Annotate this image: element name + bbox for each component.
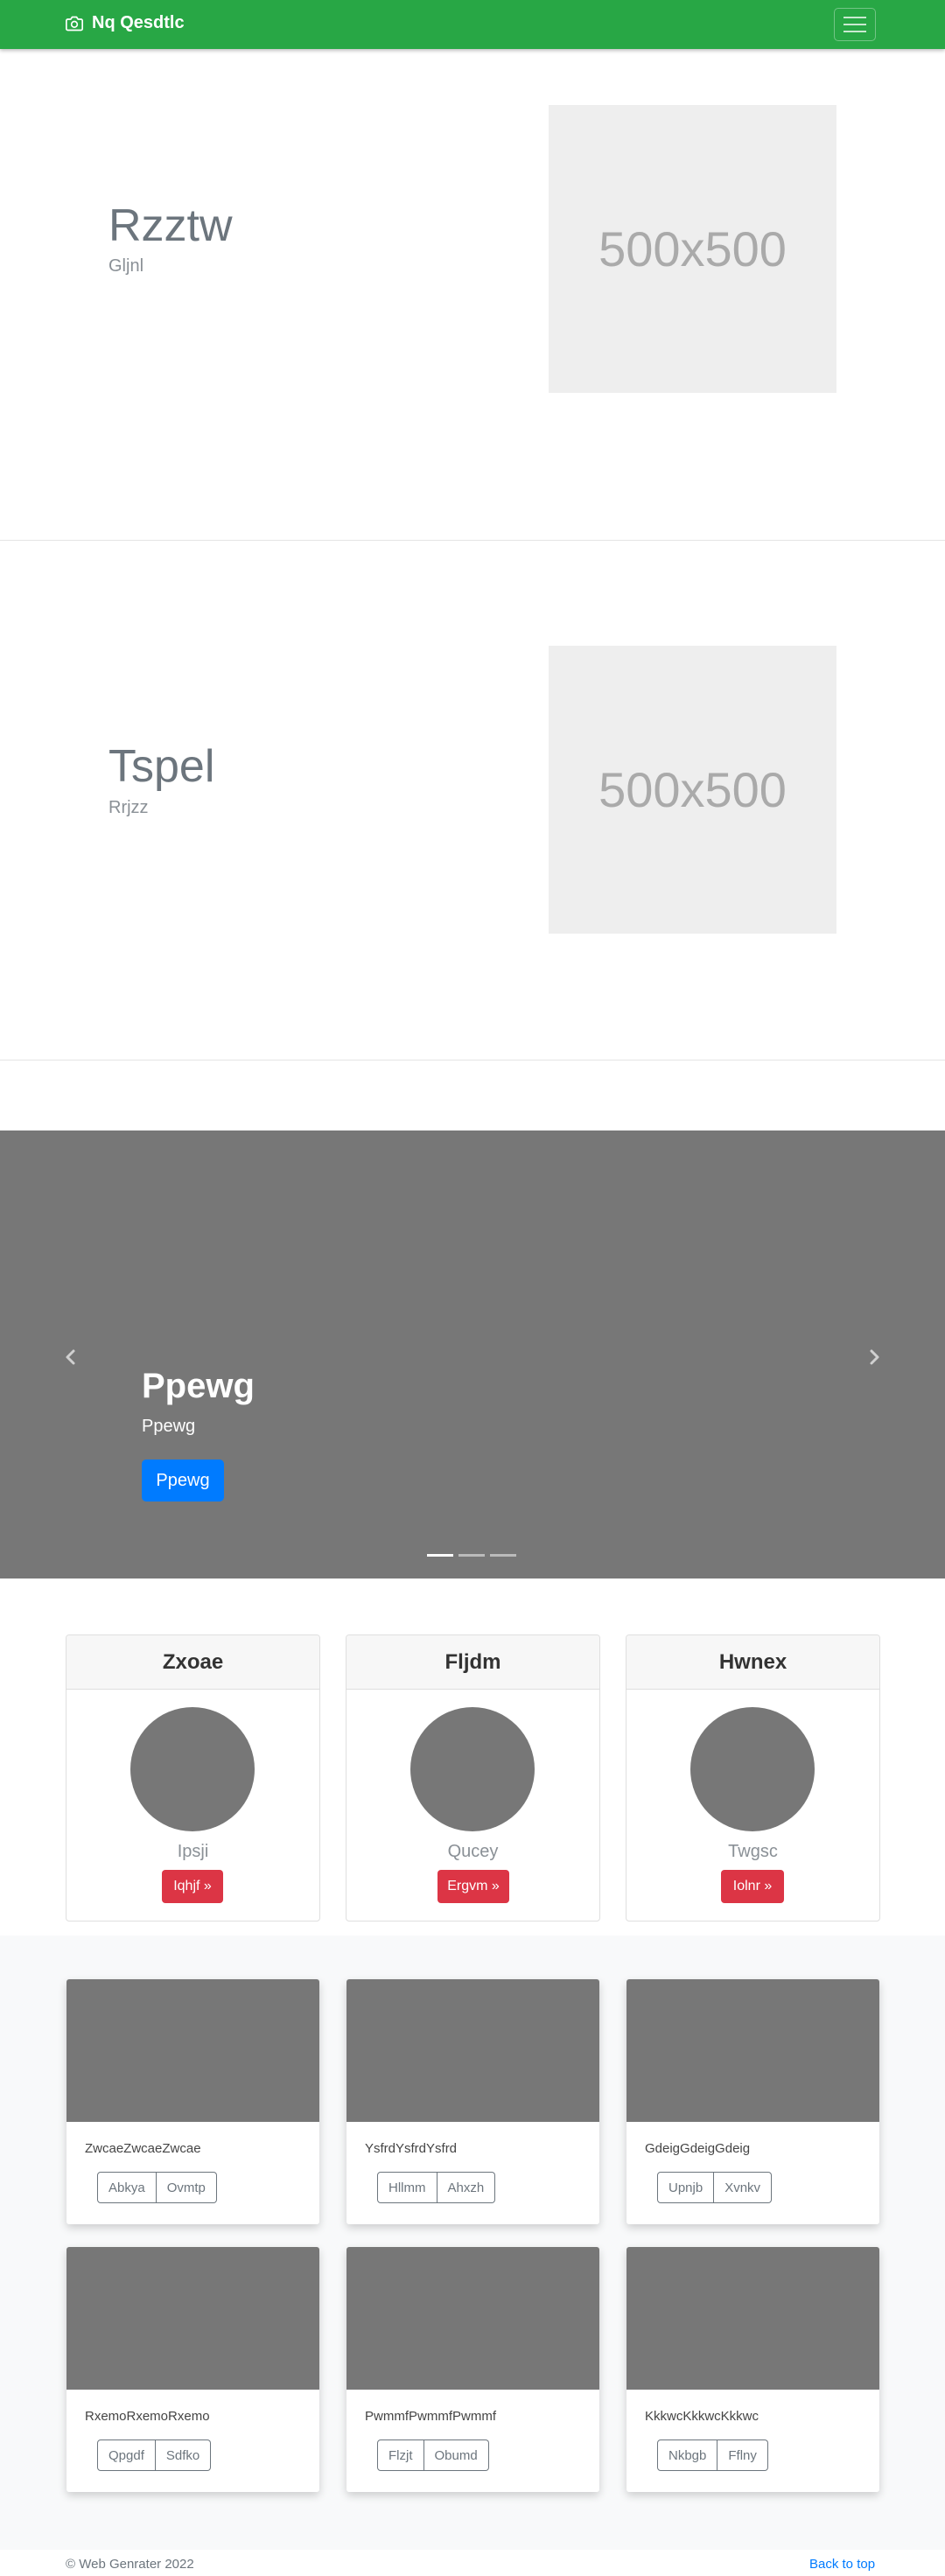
card-button-group: Abkya Ovmtp <box>97 2172 217 2203</box>
card-button-group: Hllmm Ahxzh <box>377 2172 496 2203</box>
card-button[interactable]: Obumd <box>424 2440 489 2471</box>
carousel-next-button[interactable] <box>864 1347 885 1368</box>
card-thumbnail <box>66 1979 319 2122</box>
card-text: GdeigGdeigGdeig <box>645 2141 751 2156</box>
back-to-top-link[interactable]: Back to top <box>809 2557 875 2572</box>
card-text: ZwcaeZwcaeZwcae <box>85 2141 201 2156</box>
card-button[interactable]: Qpgdf <box>97 2440 156 2471</box>
card-button[interactable]: Ahxzh <box>437 2172 496 2203</box>
feature-subheading: Rrjzz <box>108 798 149 817</box>
feature-section-1: Rzztw Gljnl 500x500 <box>0 0 945 541</box>
feature-heading: Tspel <box>108 741 215 792</box>
avatar <box>690 1707 815 1831</box>
card-thumbnail <box>346 2247 599 2390</box>
card-button-group: Flzjt Obumd <box>377 2440 489 2471</box>
card-button[interactable]: Flzjt <box>377 2440 424 2471</box>
carousel-indicators <box>427 1554 516 1557</box>
card-header: Hwnex <box>626 1635 879 1690</box>
card-label: Ipsji <box>177 1842 209 1861</box>
avatar <box>410 1707 535 1831</box>
card-button[interactable]: Iolnr » <box>721 1870 784 1903</box>
carousel-text: Ppewg <box>142 1417 196 1436</box>
card-button[interactable]: Ergvm » <box>438 1870 509 1903</box>
footer-copyright: © Web Genrater 2022 <box>66 2557 194 2572</box>
chevron-left-icon <box>66 1349 75 1365</box>
carousel-title: Ppewg <box>142 1367 255 1405</box>
card-button[interactable]: Ovmtp <box>156 2172 217 2203</box>
info-card: Zxoae Ipsji Iqhjf » <box>66 1634 320 1922</box>
carousel-indicator[interactable] <box>490 1554 516 1557</box>
carousel: Ppewg Ppewg Ppewg <box>0 1130 945 1578</box>
feature-section-2: Tspel Rrjzz 500x500 <box>0 520 945 1060</box>
avatar <box>130 1707 255 1831</box>
card-thumbnail <box>66 2247 319 2390</box>
card-text: PwmmfPwmmfPwmmf <box>365 2409 496 2424</box>
album-card: YsfrdYsfrdYsfrd Hllmm Ahxzh <box>346 1979 599 2224</box>
card-header: Zxoae <box>66 1635 319 1690</box>
card-text: KkkwcKkkwcKkkwc <box>645 2409 760 2424</box>
placeholder-image: 500x500 <box>549 646 836 934</box>
card-label: Twgsc <box>728 1842 778 1861</box>
card-label: Qucey <box>447 1842 499 1861</box>
card-thumbnail <box>626 1979 879 2122</box>
carousel-indicator[interactable] <box>427 1554 453 1557</box>
card-thumbnail <box>346 1979 599 2122</box>
card-text: YsfrdYsfrdYsfrd <box>365 2141 458 2156</box>
album-card: PwmmfPwmmfPwmmf Flzjt Obumd <box>346 2247 599 2492</box>
album-section: ZwcaeZwcaeZwcae Abkya Ovmtp YsfrdYsfrdYs… <box>0 1936 945 2550</box>
card-button[interactable]: Upnjb <box>657 2172 715 2203</box>
carousel-indicator[interactable] <box>458 1554 485 1557</box>
card-button[interactable]: Abkya <box>97 2172 157 2203</box>
info-card: Fljdm Qucey Ergvm » <box>346 1634 600 1922</box>
feature-subheading: Gljnl <box>108 256 144 276</box>
card-button[interactable]: Xvnkv <box>714 2172 773 2203</box>
card-header: Fljdm <box>346 1635 599 1690</box>
card-button[interactable]: Iqhjf » <box>162 1870 223 1903</box>
card-button[interactable]: Hllmm <box>377 2172 438 2203</box>
carousel-button[interactable]: Ppewg <box>142 1460 224 1502</box>
feature-heading: Rzztw <box>108 200 233 251</box>
card-button-group: Qpgdf Sdfko <box>97 2440 212 2471</box>
album-card: GdeigGdeigGdeig Upnjb Xvnkv <box>626 1979 879 2224</box>
card-text: RxemoRxemoRxemo <box>85 2409 210 2424</box>
card-button-group: Nkbgb Fflny <box>657 2440 768 2471</box>
album-card: RxemoRxemoRxemo Qpgdf Sdfko <box>66 2247 319 2492</box>
info-card: Hwnex Twgsc Iolnr » <box>626 1634 880 1922</box>
chevron-right-icon <box>870 1349 879 1365</box>
placeholder-image: 500x500 <box>549 105 836 393</box>
card-button[interactable]: Fflny <box>718 2440 768 2471</box>
album-card: ZwcaeZwcaeZwcae Abkya Ovmtp <box>66 1979 319 2224</box>
card-button[interactable]: Sdfko <box>155 2440 212 2471</box>
card-button-group: Upnjb Xvnkv <box>657 2172 773 2203</box>
card-thumbnail <box>626 2247 879 2390</box>
card-button[interactable]: Nkbgb <box>657 2440 718 2471</box>
carousel-prev-button[interactable] <box>60 1347 81 1368</box>
carousel-caption: Ppewg Ppewg <box>142 1367 255 1437</box>
album-card: KkkwcKkkwcKkkwc Nkbgb Fflny <box>626 2247 879 2492</box>
